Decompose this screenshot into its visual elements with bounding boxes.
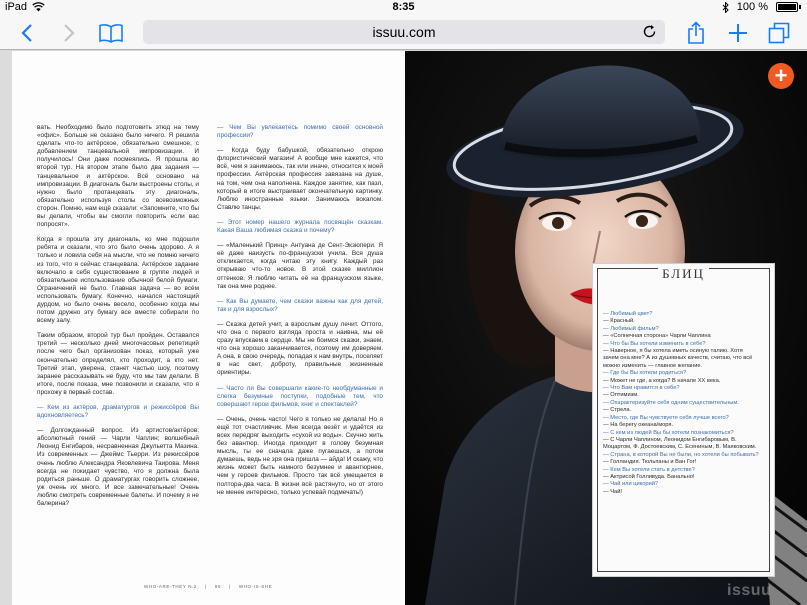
article-column-1: вать. Необходимо было подготовить этюд н… bbox=[37, 124, 199, 515]
blitz-answer: — Чай! bbox=[603, 488, 622, 495]
interview-answer: — Сказка детей учит, а взрослым душу леч… bbox=[217, 320, 383, 377]
battery-cap bbox=[799, 5, 801, 9]
browser-toolbar: issuu.com bbox=[0, 16, 807, 50]
interview-answer: — Очень, очень часто! Чего я только не д… bbox=[217, 415, 383, 496]
battery-percent: 100 % bbox=[736, 1, 768, 13]
clock: 8:35 bbox=[392, 1, 415, 13]
reload-icon[interactable] bbox=[642, 24, 657, 39]
issuu-watermark: issuu bbox=[727, 582, 772, 599]
page-right: + БЛИЦ — Любимый цвет? — Красный. — Любимы… bbox=[405, 51, 807, 605]
chevron-left-icon bbox=[21, 24, 32, 42]
forward-button[interactable] bbox=[58, 20, 80, 46]
blitz-question: — Где бы Вы хотели родиться? bbox=[603, 370, 687, 377]
battery-icon bbox=[776, 2, 798, 12]
blitz-question: — Охарактеризуйте себя одним существител… bbox=[603, 399, 739, 406]
interview-question: — Как Вы думаете, чем сказки важны как д… bbox=[217, 297, 383, 313]
blitz-answer: — Красный. bbox=[603, 318, 635, 325]
footer-text: | bbox=[205, 584, 207, 589]
blitz-answer: — На берегу океана/моря. bbox=[603, 422, 674, 429]
interview-answer: Когда я прошла эту диагональ, ко мне под… bbox=[37, 236, 199, 325]
blitz-question: — Страна, в которой Вы не были, но хотел… bbox=[603, 451, 759, 458]
url-text: issuu.com bbox=[372, 24, 436, 40]
plus-icon bbox=[729, 24, 747, 42]
blitz-question: — Место, где Вы чувствуете себя лучше вс… bbox=[603, 414, 729, 421]
interview-answer: — Долгожданный вопрос. Из артистов/актёр… bbox=[37, 427, 199, 508]
status-right: 100 % bbox=[722, 1, 801, 13]
blitz-answer: — Оптимизм. bbox=[603, 392, 639, 399]
blitz-question: — Чай или цикорий? bbox=[603, 481, 659, 488]
page-left: вать. Необходимо было подготовить этюд н… bbox=[12, 51, 405, 605]
address-bar[interactable]: issuu.com bbox=[143, 20, 665, 44]
interview-answer: вать. Необходимо было подготовить этюд н… bbox=[37, 124, 199, 229]
share-button[interactable] bbox=[684, 20, 708, 46]
chevron-right-icon bbox=[64, 24, 75, 42]
bookmarks-button[interactable] bbox=[97, 20, 125, 46]
interview-answer: — Когда буду бабушкой, обязательно откро… bbox=[217, 147, 383, 211]
interview-question: — Часто ли Вы совершали какие-то необдум… bbox=[217, 384, 383, 408]
blitz-answer: — Стрела. bbox=[603, 407, 632, 414]
interview-question: — Этот номер нашего журнала посвящён ска… bbox=[217, 218, 383, 235]
blitz-answer: — Может не где, а когда? В начале XX век… bbox=[603, 377, 721, 384]
status-bar: iPad 8:35 100 % bbox=[0, 0, 807, 16]
blitz-answer: — Наверное, я бы хотела иметь осиную тал… bbox=[603, 348, 753, 369]
book-icon bbox=[99, 24, 123, 43]
footer-text: WHO-ARE-THEY N.2 bbox=[144, 584, 198, 589]
share-icon bbox=[688, 21, 704, 44]
blitz-question: — Что Вам нравится в себе? bbox=[603, 385, 680, 392]
add-button[interactable]: + bbox=[768, 63, 794, 89]
blitz-question: — С кем из людей Вы бы хотели познакомит… bbox=[603, 429, 734, 436]
blitz-question: — Любимый фильм? bbox=[603, 325, 659, 332]
interview-question: — Чем Вы увлекаетесь помимо своей основн… bbox=[217, 124, 383, 140]
blitz-title: БЛИЦ bbox=[593, 266, 774, 282]
blitz-box: БЛИЦ — Любимый цвет? — Красный. — Любимый … bbox=[592, 263, 775, 577]
interview-question: — Кем из актёров, драматургов и режиссёр… bbox=[37, 404, 199, 420]
magazine-viewer: вать. Необходимо было подготовить этюд н… bbox=[0, 51, 807, 605]
page-footer: WHO-ARE-THEY N.2 | 90 | WHO-IS-SHE bbox=[144, 584, 272, 589]
footer-text: 90 bbox=[214, 584, 222, 589]
blitz-answer: — С Чарли Чаплином, Леонидом Енгибаровым… bbox=[603, 436, 757, 451]
blitz-question: — Кем Вы хотели стать в детстве? bbox=[603, 466, 695, 473]
tabs-icon bbox=[768, 22, 790, 44]
bluetooth-icon bbox=[722, 1, 729, 13]
blitz-answer: — Голландия. Тюльпаны и Ван Гог! bbox=[603, 459, 697, 466]
interview-answer: — «Маленький Принц» Антуана де Сент-Экзю… bbox=[217, 242, 383, 290]
footer-text: | bbox=[229, 584, 231, 589]
blitz-question: — Что бы Вы хотели изменить в себе? bbox=[603, 340, 706, 347]
back-button[interactable] bbox=[16, 20, 38, 46]
tabs-button[interactable] bbox=[766, 20, 792, 46]
new-tab-button[interactable] bbox=[726, 20, 750, 46]
blitz-answer: — «Солнечная сторона» Чарли Чаплина bbox=[603, 333, 711, 340]
blitz-list: — Любимый цвет? — Красный. — Любимый фильм… bbox=[603, 311, 759, 496]
footer-text: WHO-IS-SHE bbox=[238, 584, 273, 589]
article-column-2: — Чем Вы увлекаетесь помимо своей основн… bbox=[217, 124, 383, 504]
interview-answer: Таким образом, второй тур был пройден. О… bbox=[37, 332, 199, 396]
